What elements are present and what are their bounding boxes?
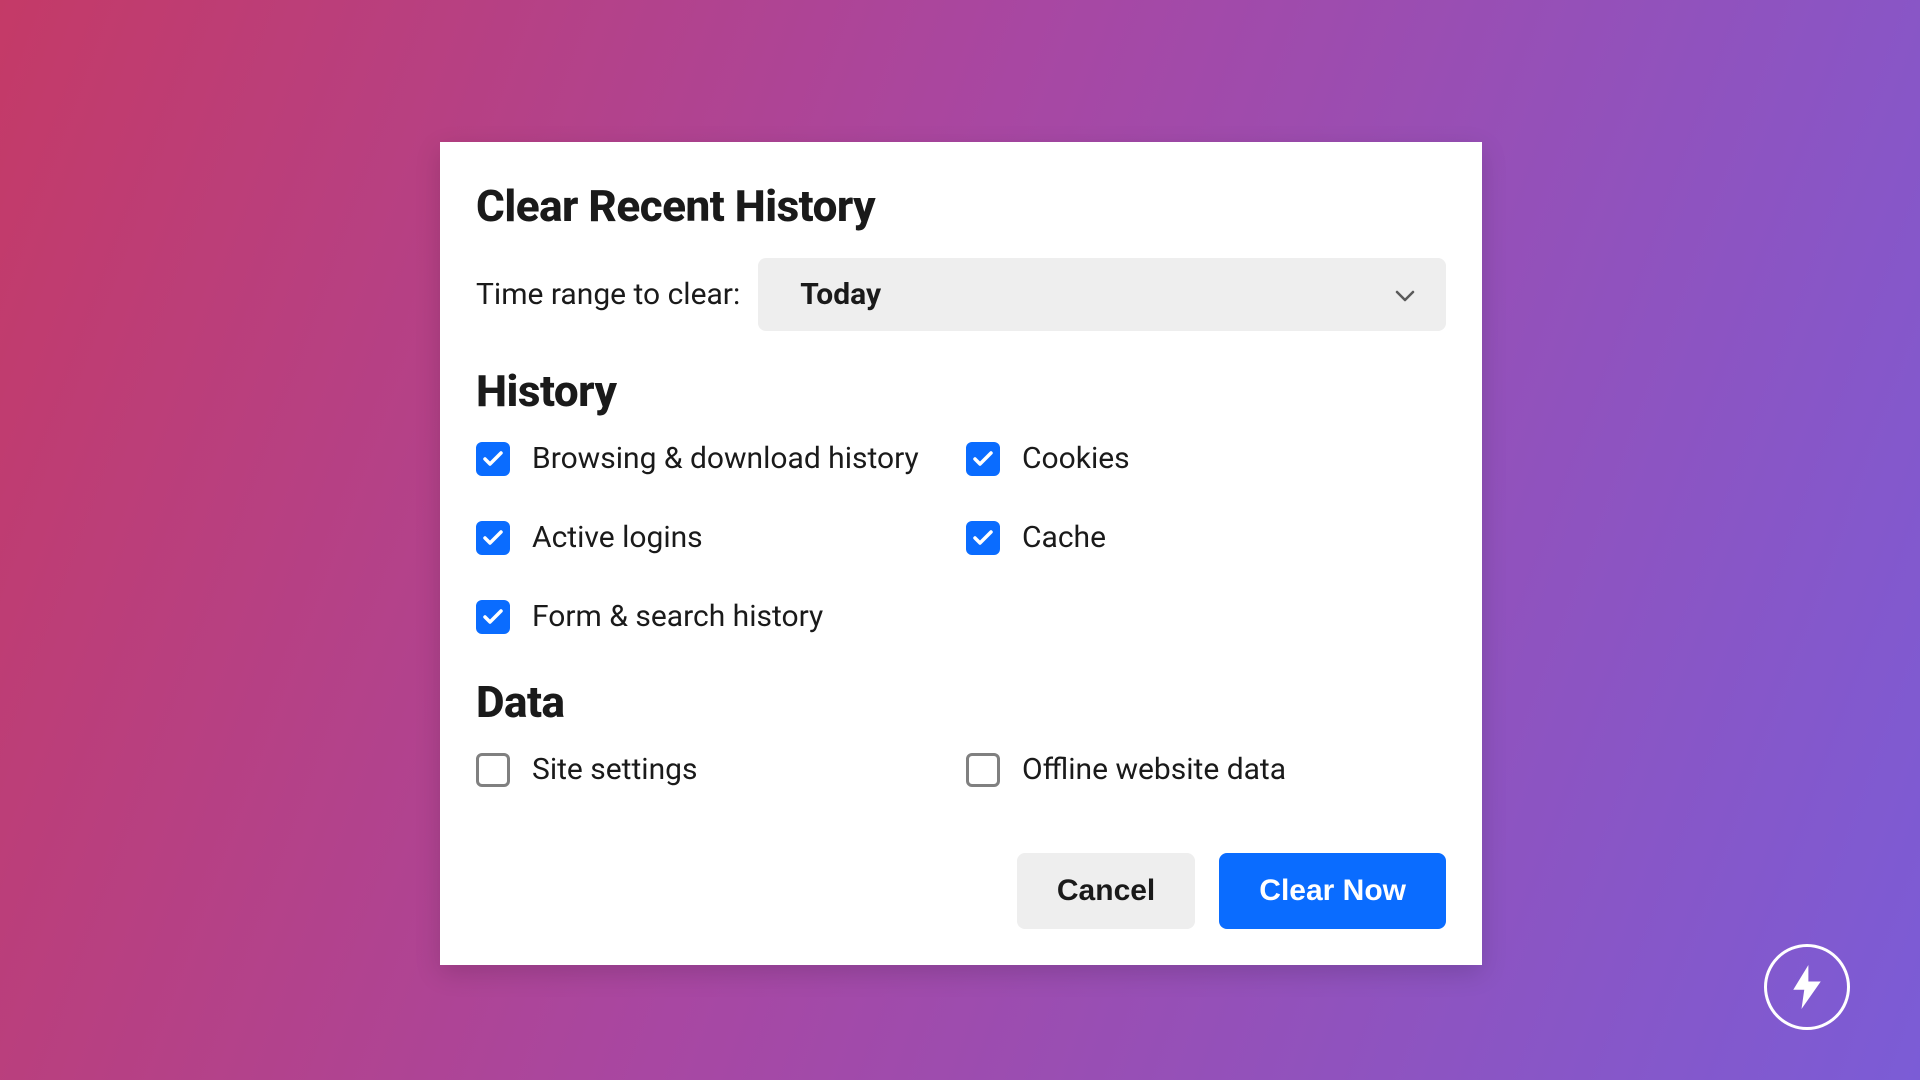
cancel-button[interactable]: Cancel (1017, 853, 1195, 929)
checkbox-label: Active logins (532, 520, 703, 555)
checkbox-row-site-settings: Site settings (476, 752, 956, 787)
checkbox-label: Site settings (532, 752, 697, 787)
dialog-button-row: Cancel Clear Now (476, 853, 1446, 929)
time-range-row: Time range to clear: Today (476, 258, 1446, 331)
checkbox-row-offline-data: Offline website data (966, 752, 1446, 787)
history-checkbox-grid: Browsing & download history Cookies Acti… (476, 441, 1446, 634)
checkbox-label: Offline website data (1022, 752, 1286, 787)
checkbox-cookies[interactable] (966, 442, 1000, 476)
section-heading-data: Data (476, 676, 1446, 728)
checkbox-offline-website-data[interactable] (966, 753, 1000, 787)
checkbox-form-search-history[interactable] (476, 600, 510, 634)
checkbox-row-active-logins: Active logins (476, 520, 956, 555)
checkbox-label: Form & search history (532, 599, 823, 634)
checkbox-label: Browsing & download history (532, 441, 919, 476)
checkbox-active-logins[interactable] (476, 521, 510, 555)
checkbox-cache[interactable] (966, 521, 1000, 555)
checkbox-site-settings[interactable] (476, 753, 510, 787)
checkbox-row-cache: Cache (966, 520, 1446, 555)
time-range-label: Time range to clear: (476, 277, 740, 312)
checkbox-label: Cookies (1022, 441, 1130, 476)
clear-now-button[interactable]: Clear Now (1219, 853, 1446, 929)
checkbox-browsing-history[interactable] (476, 442, 510, 476)
section-heading-history: History (476, 365, 1446, 417)
time-range-value: Today (800, 277, 881, 312)
checkbox-row-cookies: Cookies (966, 441, 1446, 476)
clear-history-dialog: Clear Recent History Time range to clear… (440, 142, 1482, 965)
checkbox-row-form-search: Form & search history (476, 599, 956, 634)
chevron-down-icon (1394, 284, 1416, 306)
lightning-icon (1764, 944, 1850, 1030)
data-checkbox-grid: Site settings Offline website data (476, 752, 1446, 787)
checkbox-row-browsing: Browsing & download history (476, 441, 956, 476)
time-range-select[interactable]: Today (758, 258, 1446, 331)
checkbox-label: Cache (1022, 520, 1106, 555)
dialog-title: Clear Recent History (476, 180, 1446, 232)
